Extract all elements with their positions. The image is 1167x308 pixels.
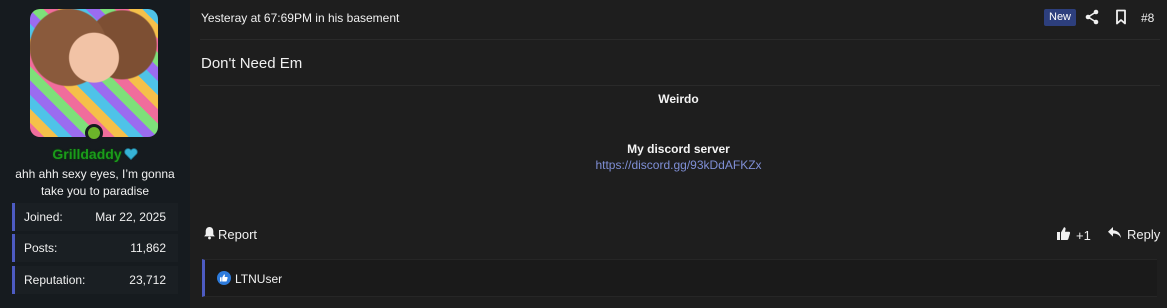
bell-icon <box>203 226 216 243</box>
stat-label: Posts: <box>24 241 58 255</box>
reactions-bar: LTNUser <box>202 259 1157 297</box>
like-reaction-icon <box>217 271 231 285</box>
new-badge: New <box>1044 9 1077 26</box>
stat-posts: Posts: 11,862 <box>12 234 178 262</box>
user-title: ahh ahh sexy eyes, I’m gonna take you to… <box>15 167 175 198</box>
signature-link-row: https://discord.gg/93kDdAFKZx <box>190 158 1167 172</box>
stat-label: Joined: <box>24 210 63 224</box>
username-link[interactable]: Grilldaddy <box>52 146 121 162</box>
signature-label: My discord server <box>627 142 730 156</box>
avatar[interactable] <box>30 9 158 137</box>
stat-value: Mar 22, 2025 <box>95 210 166 224</box>
share-icon[interactable] <box>1084 9 1100 25</box>
avatar-wrapper <box>30 9 158 142</box>
stat-value: 11,862 <box>130 241 166 255</box>
user-sidebar: Grilldaddy ahh ahh sexy eyes, I’m gonna … <box>0 0 190 308</box>
post-main: Yesteray at 67:69PM in his basement New … <box>190 0 1167 308</box>
divider <box>200 39 1160 40</box>
divider <box>200 85 1160 86</box>
post-number-link[interactable]: #8 <box>1141 11 1154 25</box>
heart-icon <box>124 147 138 163</box>
reaction-user-link[interactable]: LTNUser <box>235 272 282 286</box>
stat-joined: Joined: Mar 22, 2025 <box>12 203 178 231</box>
like-button[interactable]: +1 <box>1056 226 1091 244</box>
stat-value: 23,712 <box>129 273 166 287</box>
reply-label: Reply <box>1127 226 1161 242</box>
reply-arrow-icon <box>1107 226 1122 242</box>
bookmark-icon[interactable] <box>1113 9 1129 25</box>
stat-label: Reputation: <box>24 273 86 287</box>
reply-button[interactable]: Reply <box>1107 226 1160 242</box>
username-row: Grilldaddy <box>0 146 190 163</box>
post-meta[interactable]: Yesteray at 67:69PM in his basement <box>201 11 399 25</box>
report-label: Report <box>218 227 258 242</box>
post-title: Don't Need Em <box>201 55 303 72</box>
report-button[interactable]: Report <box>203 226 257 243</box>
thumbs-up-icon <box>1056 226 1071 244</box>
forum-post: Grilldaddy ahh ahh sexy eyes, I’m gonna … <box>0 0 1167 308</box>
online-status-icon <box>85 124 103 142</box>
stat-reputation: Reputation: 23,712 <box>12 266 178 294</box>
like-count: +1 <box>1076 227 1091 243</box>
discord-link[interactable]: https://discord.gg/93kDdAFKZx <box>595 158 761 172</box>
post-body-text: Weirdo <box>658 92 699 106</box>
